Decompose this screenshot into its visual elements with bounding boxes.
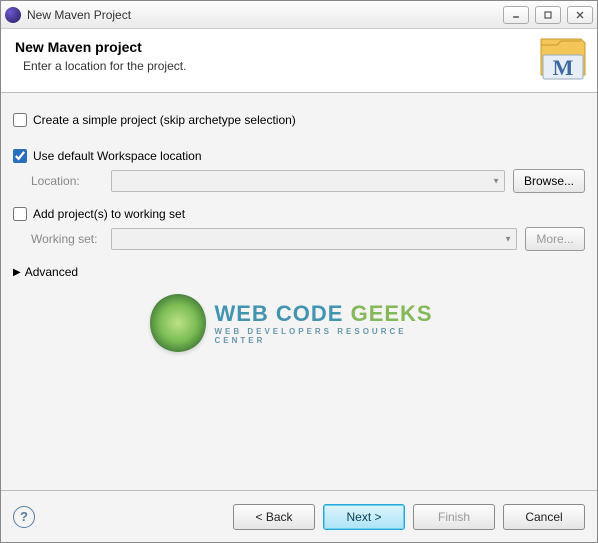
- wizard-footer: ? < Back Next > Finish Cancel: [1, 490, 597, 542]
- chevron-down-icon: ▼: [504, 235, 512, 244]
- working-set-check-row: Add project(s) to working set: [13, 207, 585, 221]
- watermark-subtext: WEB DEVELOPERS RESOURCE CENTER: [214, 327, 448, 345]
- watermark-text-a: WEB CODE: [214, 301, 350, 326]
- simple-project-label: Create a simple project (skip archetype …: [33, 113, 296, 127]
- working-set-label: Working set:: [31, 232, 103, 246]
- next-button[interactable]: Next >: [323, 504, 405, 530]
- location-combo[interactable]: ▼: [111, 170, 505, 192]
- finish-button[interactable]: Finish: [413, 504, 495, 530]
- add-working-set-checkbox[interactable]: [13, 207, 27, 221]
- location-label: Location:: [31, 174, 103, 188]
- banner-heading: New Maven project: [15, 39, 583, 55]
- back-button[interactable]: < Back: [233, 504, 315, 530]
- close-button[interactable]: [567, 6, 593, 24]
- chevron-down-icon: ▼: [492, 177, 500, 186]
- working-set-combo[interactable]: ▼: [111, 228, 517, 250]
- banner-subheading: Enter a location for the project.: [23, 59, 583, 73]
- window-controls: [503, 6, 593, 24]
- triangle-right-icon: ▶: [13, 267, 21, 278]
- default-workspace-row: Use default Workspace location: [13, 149, 585, 163]
- location-row: Location: ▼ Browse...: [31, 169, 585, 193]
- maven-icon: M: [537, 35, 589, 83]
- titlebar: New Maven Project: [1, 1, 597, 29]
- maximize-button[interactable]: [535, 6, 561, 24]
- minimize-button[interactable]: [503, 6, 529, 24]
- watermark-logo-icon: [150, 293, 206, 353]
- default-workspace-label: Use default Workspace location: [33, 149, 202, 163]
- default-workspace-checkbox[interactable]: [13, 149, 27, 163]
- svg-text:M: M: [553, 55, 574, 80]
- advanced-label: Advanced: [25, 265, 78, 279]
- window-title: New Maven Project: [27, 8, 503, 22]
- simple-project-checkbox[interactable]: [13, 113, 27, 127]
- wizard-body: Create a simple project (skip archetype …: [1, 93, 597, 490]
- eclipse-icon: [5, 7, 21, 23]
- watermark-text-b: GEEKS: [351, 301, 433, 326]
- browse-button[interactable]: Browse...: [513, 169, 585, 193]
- working-set-row: Working set: ▼ More...: [31, 227, 585, 251]
- more-button[interactable]: More...: [525, 227, 585, 251]
- advanced-expander[interactable]: ▶ Advanced: [13, 265, 585, 279]
- simple-project-row: Create a simple project (skip archetype …: [13, 113, 585, 127]
- watermark: WEB CODE GEEKS WEB DEVELOPERS RESOURCE C…: [150, 293, 448, 353]
- add-working-set-label: Add project(s) to working set: [33, 207, 185, 221]
- cancel-button[interactable]: Cancel: [503, 504, 585, 530]
- wizard-banner: New Maven project Enter a location for t…: [1, 29, 597, 93]
- help-icon[interactable]: ?: [13, 506, 35, 528]
